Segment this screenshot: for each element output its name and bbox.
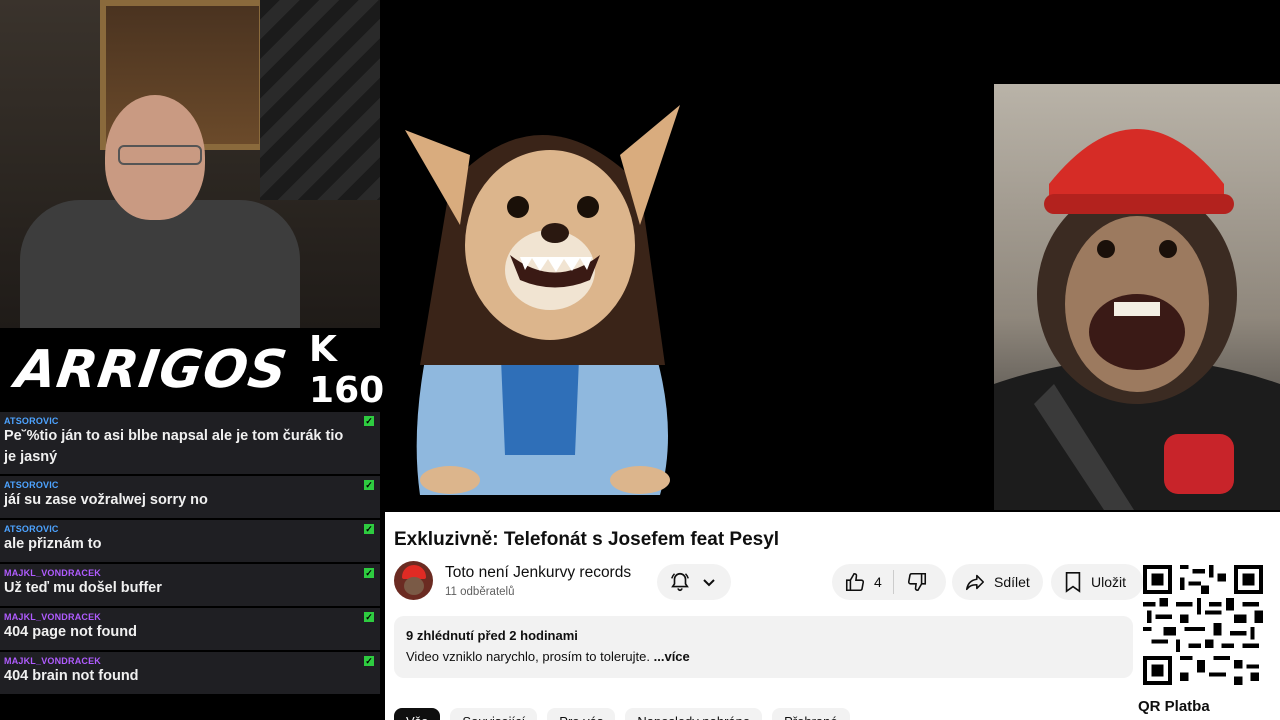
related-chips: Vše Související Pro vás Naposledy nahrán… — [394, 708, 850, 720]
chip-related[interactable]: Související — [450, 708, 538, 720]
chat-text: 404 brain not found — [4, 668, 139, 684]
save-label: Uložit — [1091, 574, 1127, 590]
platform-flag-icon: ✓ — [364, 656, 374, 666]
bell-icon — [671, 572, 689, 592]
notifications-button[interactable] — [657, 564, 731, 600]
qr-payment-label: QR Platba — [1138, 698, 1210, 715]
chat-message: MAJKL_VONDRACEK 404 brain not found ✓ — [0, 652, 380, 696]
chip-all[interactable]: Vše — [394, 708, 441, 720]
thumbs-down-icon — [907, 572, 927, 592]
description-body: Video vzniklo narychlo, prosím to toleru… — [406, 649, 650, 664]
logo-subtitle: K 160 — [309, 329, 385, 411]
laughing-chimp-image — [994, 84, 1280, 510]
chevron-down-icon — [703, 579, 715, 587]
chat-message: MAJKL_VONDRACEK Už teď mu došel buffer ✓ — [0, 564, 380, 608]
chat-username: ATSOROVIC — [4, 524, 59, 534]
chat-text: jáí su zase vožralwej sorry no — [4, 492, 208, 508]
like-button[interactable]: 4 — [832, 570, 894, 594]
chat-message: ATSOROVIC ale přiznám to ✓ — [0, 520, 380, 564]
chat-panel: ATSOROVIC Pe˘%tio ján to asi blbe napsal… — [0, 412, 380, 720]
video-player[interactable] — [385, 0, 1280, 512]
platform-flag-icon: ✓ — [364, 416, 374, 426]
chat-message: ATSOROVIC Pe˘%tio ján to asi blbe napsal… — [0, 412, 380, 476]
video-title: Exkluzivně: Telefonát s Josefem feat Pes… — [394, 529, 780, 550]
channel-avatar[interactable] — [394, 561, 433, 600]
show-more-link[interactable]: ...více — [654, 649, 690, 664]
chat-username: ATSOROVIC — [4, 416, 59, 426]
avatar-face — [404, 577, 424, 595]
chat-text: Pe˘%tio ján to asi blbe napsal ale je to… — [4, 428, 344, 465]
channel-name[interactable]: Toto není Jenkurvy records — [445, 564, 631, 582]
dislike-button[interactable] — [894, 571, 928, 593]
description-box[interactable]: 9 zhlédnutí před 2 hodinami Video vznikl… — [394, 616, 1133, 678]
chat-message: MAJKL_VONDRACEK 404 page not found ✓ — [0, 608, 380, 652]
chip-recent[interactable]: Naposledy nahráno — [625, 708, 763, 720]
share-icon — [965, 574, 985, 591]
thumbs-up-icon — [845, 572, 865, 592]
chat-message: ATSOROVIC jáí su zase vožralwej sorry no… — [0, 476, 380, 520]
subscriber-count: 11 odběratelů — [445, 586, 515, 598]
acoustic-foam — [260, 0, 380, 200]
chat-text: ale přiznám to — [4, 536, 102, 552]
stream-screen: ARRIGOS K 160 ATSOROVIC Pe˘%tio ján to a… — [0, 0, 1280, 720]
bookmark-icon — [1065, 572, 1081, 593]
platform-flag-icon: ✓ — [364, 480, 374, 490]
chip-watched[interactable]: Přehrané — [772, 708, 850, 720]
chat-username: MAJKL_VONDRACEK — [4, 568, 102, 578]
platform-flag-icon: ✓ — [364, 612, 374, 622]
views-and-time: 9 zhlédnutí před 2 hodinami — [406, 628, 578, 643]
logo-text: ARRIGOS — [11, 340, 292, 400]
platform-flag-icon: ✓ — [364, 524, 374, 534]
chat-username: MAJKL_VONDRACEK — [4, 656, 102, 666]
like-dislike-group: 4 — [832, 564, 946, 600]
share-button[interactable]: Sdílet — [952, 564, 1043, 600]
share-label: Sdílet — [994, 574, 1030, 590]
like-count: 4 — [874, 574, 882, 590]
chip-for-you[interactable]: Pro vás — [547, 708, 616, 720]
platform-flag-icon: ✓ — [364, 568, 374, 578]
webcam-feed — [0, 0, 380, 328]
stream-logo: ARRIGOS K 160 — [0, 328, 384, 412]
angry-chihuahua-image — [405, 105, 680, 495]
chat-username: MAJKL_VONDRACEK — [4, 612, 102, 622]
streamer-glasses — [118, 145, 202, 165]
qr-code-image — [1143, 565, 1263, 685]
chat-text: Už teď mu došel buffer — [4, 580, 162, 596]
save-button[interactable]: Uložit — [1051, 564, 1143, 600]
chat-username: ATSOROVIC — [4, 480, 59, 490]
description-text: Video vzniklo narychlo, prosím to toleru… — [406, 649, 1121, 664]
chat-text: 404 page not found — [4, 624, 137, 640]
